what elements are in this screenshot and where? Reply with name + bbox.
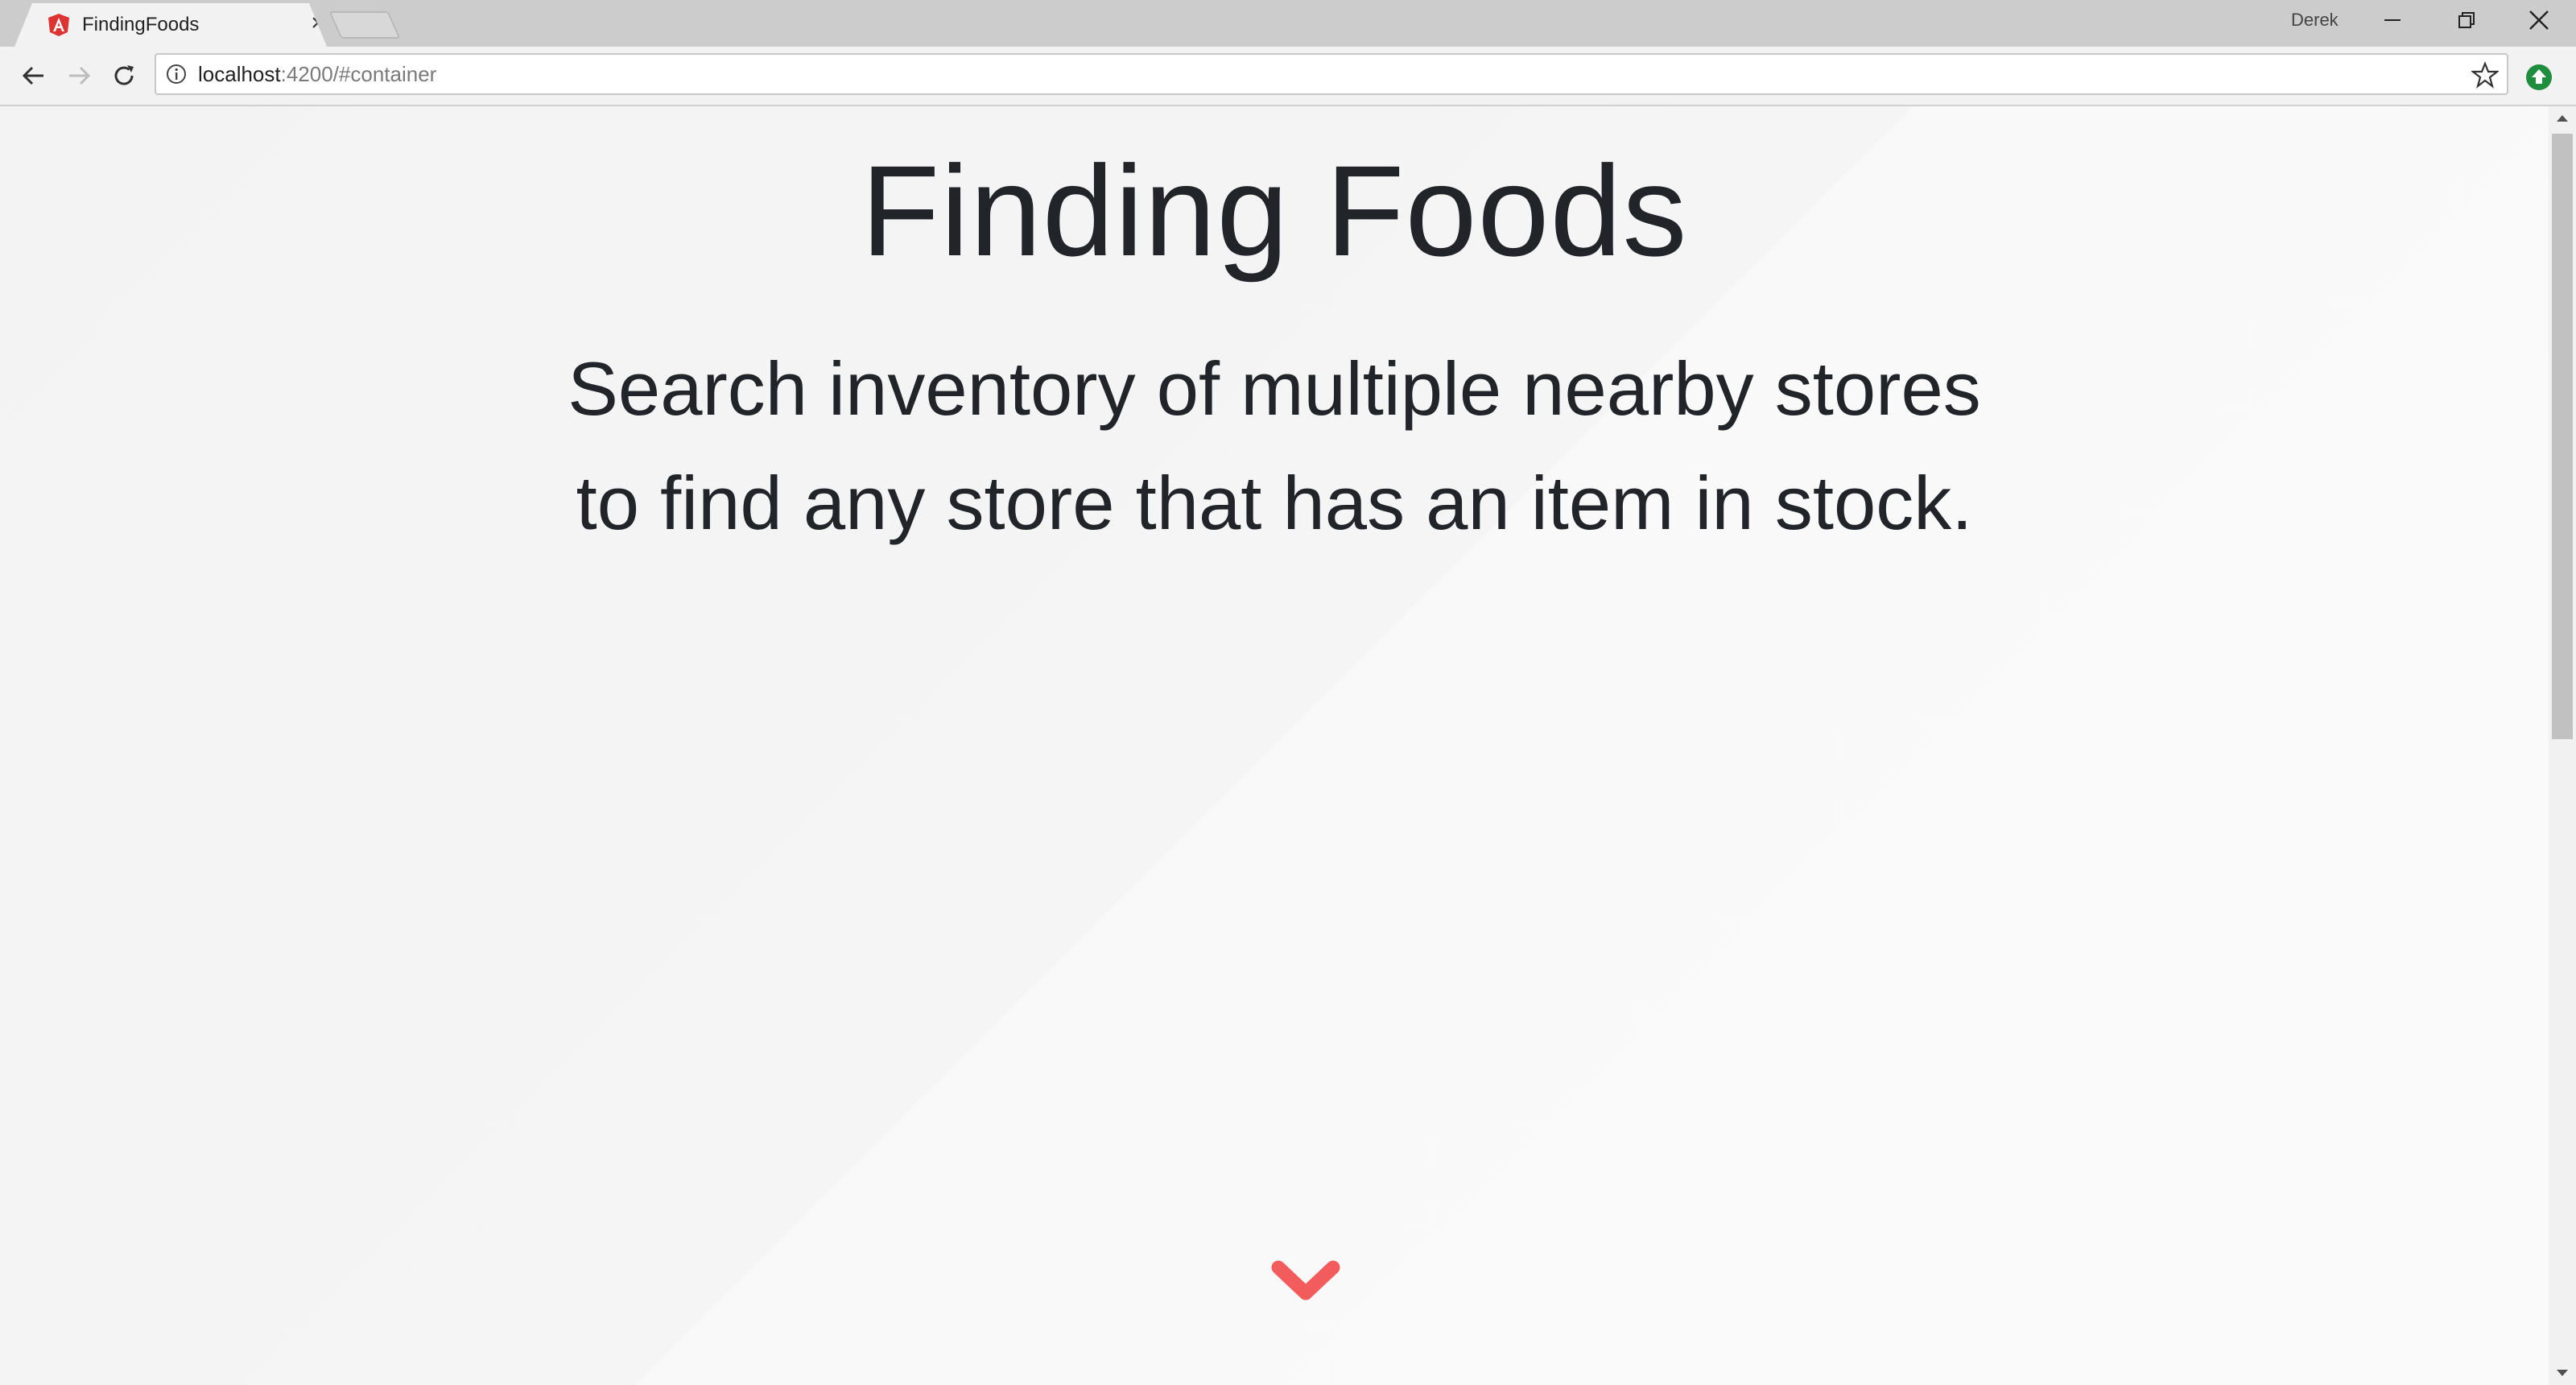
scrollbar-thumb[interactable] bbox=[2552, 134, 2573, 739]
bookmark-star-icon[interactable] bbox=[2471, 61, 2499, 89]
minimize-icon[interactable] bbox=[2355, 0, 2429, 40]
tab-strip: FindingFoods × Derek bbox=[0, 0, 2576, 47]
url-text: localhost:4200/#container bbox=[198, 62, 436, 87]
new-tab-button[interactable] bbox=[328, 11, 401, 39]
chevron-down-icon[interactable] bbox=[1270, 1256, 1341, 1308]
forward-arrow-icon[interactable] bbox=[61, 58, 97, 93]
profile-name[interactable]: Derek bbox=[2291, 10, 2339, 31]
browser-tab[interactable]: FindingFoods × bbox=[14, 3, 327, 47]
scroll-up-arrow-icon[interactable] bbox=[2549, 106, 2576, 130]
browser-toolbar: localhost:4200/#container bbox=[0, 47, 2576, 106]
angular-icon bbox=[48, 14, 69, 36]
page-title: Finding Foods bbox=[861, 138, 1688, 283]
lead-line-2: to find any store that has an item in st… bbox=[576, 461, 1973, 545]
page-viewport: Finding Foods Search inventory of multip… bbox=[0, 106, 2549, 1385]
url-host: localhost bbox=[198, 62, 281, 86]
page-scrollbar[interactable] bbox=[2549, 106, 2576, 1385]
address-bar[interactable]: localhost:4200/#container bbox=[155, 53, 2508, 95]
reload-icon[interactable] bbox=[106, 58, 142, 93]
lead-line-1: Search inventory of multiple nearby stor… bbox=[568, 346, 1981, 431]
window-close-icon[interactable] bbox=[2502, 0, 2576, 40]
url-path: :4200/#container bbox=[280, 62, 437, 86]
tab-close-icon[interactable]: × bbox=[306, 11, 327, 35]
info-icon[interactable] bbox=[166, 64, 187, 85]
page-lead: Search inventory of multiple nearby stor… bbox=[510, 332, 2039, 560]
back-arrow-icon[interactable] bbox=[16, 58, 52, 93]
extension-icon[interactable] bbox=[2524, 63, 2553, 92]
scroll-down-arrow-icon[interactable] bbox=[2549, 1361, 2576, 1385]
restore-icon[interactable] bbox=[2429, 0, 2504, 40]
tab-title: FindingFoods bbox=[82, 14, 200, 35]
